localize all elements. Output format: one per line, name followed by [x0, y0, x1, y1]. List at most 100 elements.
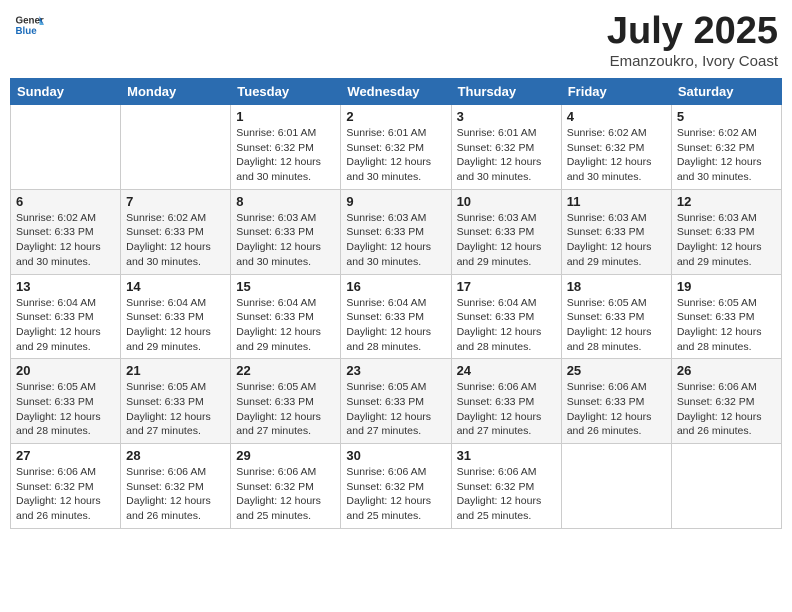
- day-of-week-header: Thursday: [451, 79, 561, 105]
- calendar-week-row: 6 Sunrise: 6:02 AM Sunset: 6:33 PM Daylig…: [11, 189, 782, 274]
- calendar-cell: 23 Sunrise: 6:05 AM Sunset: 6:33 PM Dayli…: [341, 359, 451, 444]
- month-title: July 2025: [607, 10, 778, 53]
- calendar-cell: 3 Sunrise: 6:01 AM Sunset: 6:32 PM Daylig…: [451, 105, 561, 190]
- day-info: Sunrise: 6:05 AM Sunset: 6:33 PM Dayligh…: [677, 296, 776, 355]
- calendar-week-row: 1 Sunrise: 6:01 AM Sunset: 6:32 PM Daylig…: [11, 105, 782, 190]
- calendar-week-row: 27 Sunrise: 6:06 AM Sunset: 6:32 PM Dayli…: [11, 444, 782, 529]
- calendar-cell: 4 Sunrise: 6:02 AM Sunset: 6:32 PM Daylig…: [561, 105, 671, 190]
- calendar-cell: 9 Sunrise: 6:03 AM Sunset: 6:33 PM Daylig…: [341, 189, 451, 274]
- calendar-cell: 10 Sunrise: 6:03 AM Sunset: 6:33 PM Dayli…: [451, 189, 561, 274]
- day-info: Sunrise: 6:06 AM Sunset: 6:32 PM Dayligh…: [16, 465, 115, 524]
- calendar-week-row: 13 Sunrise: 6:04 AM Sunset: 6:33 PM Dayli…: [11, 274, 782, 359]
- day-number: 3: [457, 109, 556, 124]
- day-number: 11: [567, 194, 666, 209]
- day-info: Sunrise: 6:05 AM Sunset: 6:33 PM Dayligh…: [126, 380, 225, 439]
- day-info: Sunrise: 6:02 AM Sunset: 6:32 PM Dayligh…: [567, 126, 666, 185]
- day-info: Sunrise: 6:03 AM Sunset: 6:33 PM Dayligh…: [457, 211, 556, 270]
- day-number: 4: [567, 109, 666, 124]
- day-of-week-header: Sunday: [11, 79, 121, 105]
- calendar-cell: 8 Sunrise: 6:03 AM Sunset: 6:33 PM Daylig…: [231, 189, 341, 274]
- day-number: 2: [346, 109, 445, 124]
- calendar-cell: 15 Sunrise: 6:04 AM Sunset: 6:33 PM Dayli…: [231, 274, 341, 359]
- day-number: 31: [457, 448, 556, 463]
- day-number: 1: [236, 109, 335, 124]
- calendar-table: SundayMondayTuesdayWednesdayThursdayFrid…: [10, 78, 782, 529]
- day-number: 19: [677, 279, 776, 294]
- calendar-header-row: SundayMondayTuesdayWednesdayThursdayFrid…: [11, 79, 782, 105]
- title-area: July 2025 Emanzoukro, Ivory Coast: [607, 10, 778, 70]
- calendar-cell: 5Sunrise: 6:02 AM Sunset: 6:32 PM Daylig…: [671, 105, 781, 190]
- calendar-cell: 13 Sunrise: 6:04 AM Sunset: 6:33 PM Dayli…: [11, 274, 121, 359]
- day-number: 13: [16, 279, 115, 294]
- calendar-week-row: 20Sunrise: 6:05 AM Sunset: 6:33 PM Dayli…: [11, 359, 782, 444]
- day-info: Sunrise: 6:05 AM Sunset: 6:33 PM Dayligh…: [236, 380, 335, 439]
- day-number: 18: [567, 279, 666, 294]
- day-of-week-header: Wednesday: [341, 79, 451, 105]
- day-number: 10: [457, 194, 556, 209]
- day-info: Sunrise: 6:05 AM Sunset: 6:33 PM Dayligh…: [567, 296, 666, 355]
- location-subtitle: Emanzoukro, Ivory Coast: [607, 53, 778, 70]
- day-info: Sunrise: 6:04 AM Sunset: 6:33 PM Dayligh…: [16, 296, 115, 355]
- day-number: 23: [346, 363, 445, 378]
- calendar-cell: 7Sunrise: 6:02 AM Sunset: 6:33 PM Daylig…: [121, 189, 231, 274]
- calendar-cell: 21 Sunrise: 6:05 AM Sunset: 6:33 PM Dayli…: [121, 359, 231, 444]
- day-number: 8: [236, 194, 335, 209]
- day-number: 17: [457, 279, 556, 294]
- day-number: 7: [126, 194, 225, 209]
- day-number: 30: [346, 448, 445, 463]
- svg-text:Blue: Blue: [16, 26, 38, 37]
- day-info: Sunrise: 6:04 AM Sunset: 6:33 PM Dayligh…: [126, 296, 225, 355]
- day-number: 22: [236, 363, 335, 378]
- calendar-cell: 24 Sunrise: 6:06 AM Sunset: 6:33 PM Dayli…: [451, 359, 561, 444]
- day-info: Sunrise: 6:06 AM Sunset: 6:33 PM Dayligh…: [457, 380, 556, 439]
- day-number: 24: [457, 363, 556, 378]
- calendar-cell: 20Sunrise: 6:05 AM Sunset: 6:33 PM Dayli…: [11, 359, 121, 444]
- day-number: 12: [677, 194, 776, 209]
- day-info: Sunrise: 6:01 AM Sunset: 6:32 PM Dayligh…: [236, 126, 335, 185]
- calendar-cell: 2 Sunrise: 6:01 AM Sunset: 6:32 PM Daylig…: [341, 105, 451, 190]
- day-info: Sunrise: 6:03 AM Sunset: 6:33 PM Dayligh…: [677, 211, 776, 270]
- calendar-cell: [121, 105, 231, 190]
- day-info: Sunrise: 6:04 AM Sunset: 6:33 PM Dayligh…: [236, 296, 335, 355]
- day-number: 9: [346, 194, 445, 209]
- day-info: Sunrise: 6:02 AM Sunset: 6:33 PM Dayligh…: [16, 211, 115, 270]
- day-number: 27: [16, 448, 115, 463]
- calendar-cell: 31Sunrise: 6:06 AM Sunset: 6:32 PM Dayli…: [451, 444, 561, 529]
- day-info: Sunrise: 6:04 AM Sunset: 6:33 PM Dayligh…: [457, 296, 556, 355]
- calendar-cell: 11 Sunrise: 6:03 AM Sunset: 6:33 PM Dayli…: [561, 189, 671, 274]
- day-number: 25: [567, 363, 666, 378]
- day-info: Sunrise: 6:03 AM Sunset: 6:33 PM Dayligh…: [236, 211, 335, 270]
- day-info: Sunrise: 6:04 AM Sunset: 6:33 PM Dayligh…: [346, 296, 445, 355]
- day-info: Sunrise: 6:03 AM Sunset: 6:33 PM Dayligh…: [346, 211, 445, 270]
- day-info: Sunrise: 6:01 AM Sunset: 6:32 PM Dayligh…: [457, 126, 556, 185]
- day-info: Sunrise: 6:05 AM Sunset: 6:33 PM Dayligh…: [16, 380, 115, 439]
- calendar-cell: 14 Sunrise: 6:04 AM Sunset: 6:33 PM Dayli…: [121, 274, 231, 359]
- day-number: 15: [236, 279, 335, 294]
- day-number: 28: [126, 448, 225, 463]
- calendar-cell: 29Sunrise: 6:06 AM Sunset: 6:32 PM Dayli…: [231, 444, 341, 529]
- day-info: Sunrise: 6:06 AM Sunset: 6:32 PM Dayligh…: [677, 380, 776, 439]
- calendar-cell: 6 Sunrise: 6:02 AM Sunset: 6:33 PM Daylig…: [11, 189, 121, 274]
- calendar-cell: 25Sunrise: 6:06 AM Sunset: 6:33 PM Dayli…: [561, 359, 671, 444]
- day-info: Sunrise: 6:01 AM Sunset: 6:32 PM Dayligh…: [346, 126, 445, 185]
- day-of-week-header: Monday: [121, 79, 231, 105]
- day-info: Sunrise: 6:05 AM Sunset: 6:33 PM Dayligh…: [346, 380, 445, 439]
- logo: General Blue: [14, 10, 44, 40]
- day-number: 14: [126, 279, 225, 294]
- day-info: Sunrise: 6:06 AM Sunset: 6:32 PM Dayligh…: [126, 465, 225, 524]
- calendar-cell: 16Sunrise: 6:04 AM Sunset: 6:33 PM Dayli…: [341, 274, 451, 359]
- day-info: Sunrise: 6:03 AM Sunset: 6:33 PM Dayligh…: [567, 211, 666, 270]
- logo-icon: General Blue: [14, 10, 44, 40]
- day-number: 29: [236, 448, 335, 463]
- day-of-week-header: Saturday: [671, 79, 781, 105]
- calendar-cell: 12 Sunrise: 6:03 AM Sunset: 6:33 PM Dayli…: [671, 189, 781, 274]
- day-number: 6: [16, 194, 115, 209]
- day-of-week-header: Tuesday: [231, 79, 341, 105]
- calendar-cell: 26Sunrise: 6:06 AM Sunset: 6:32 PM Dayli…: [671, 359, 781, 444]
- calendar-cell: 19 Sunrise: 6:05 AM Sunset: 6:33 PM Dayli…: [671, 274, 781, 359]
- day-number: 21: [126, 363, 225, 378]
- calendar-cell: 30Sunrise: 6:06 AM Sunset: 6:32 PM Dayli…: [341, 444, 451, 529]
- calendar-cell: 28 Sunrise: 6:06 AM Sunset: 6:32 PM Dayli…: [121, 444, 231, 529]
- calendar-cell: 22 Sunrise: 6:05 AM Sunset: 6:33 PM Dayli…: [231, 359, 341, 444]
- calendar-cell: 27 Sunrise: 6:06 AM Sunset: 6:32 PM Dayli…: [11, 444, 121, 529]
